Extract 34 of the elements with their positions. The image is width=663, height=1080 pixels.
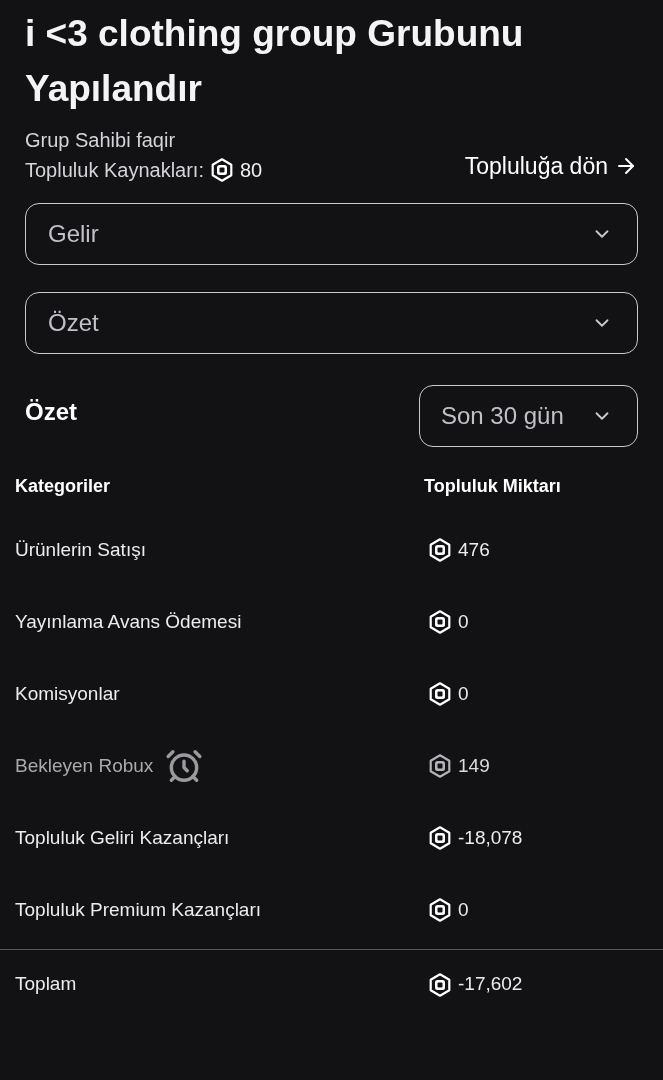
hexagon-coin-icon <box>428 682 452 706</box>
dropdown-select[interactable]: Son 30 gün <box>419 385 638 447</box>
amount-value: 476 <box>458 537 490 562</box>
category-label: Komisyonlar <box>15 681 120 706</box>
hexagon-coin-icon <box>210 158 234 182</box>
category-label: Yayınlama Avans Ödemesi <box>15 609 242 634</box>
total-amount: -17,602 <box>458 972 523 997</box>
amount-value: -18,078 <box>458 825 523 850</box>
category-label: Bekleyen Robux <box>15 753 154 778</box>
section-title: Özet <box>25 397 77 427</box>
hexagon-coin-icon <box>428 610 452 634</box>
hexagon-coin-icon <box>428 754 452 778</box>
column-header: Kategoriler <box>15 475 111 496</box>
alarm-clock-icon <box>165 747 204 785</box>
amount-value: 0 <box>458 681 469 706</box>
funds-value: 80 <box>240 158 263 183</box>
amount-value: 0 <box>458 609 469 634</box>
funds-label: Topluluk Kaynakları: <box>25 158 204 183</box>
owner-text: Grup Sahibi faqir <box>25 128 176 153</box>
amount-value: 149 <box>458 753 490 778</box>
dropdown-select[interactable]: Özet <box>25 292 638 354</box>
category-label: Ürünlerin Satışı <box>15 537 146 562</box>
hexagon-coin-icon <box>428 898 452 922</box>
back-to-community-link[interactable]: Topluluğa dön <box>464 148 638 184</box>
category-label: Topluluk Geliri Kazançları <box>15 825 230 850</box>
hexagon-coin-icon <box>428 972 452 997</box>
amount-value: 0 <box>458 897 469 922</box>
dropdown-select[interactable]: Gelir <box>25 203 638 265</box>
total-label: Toplam <box>15 973 77 995</box>
category-label: Topluluk Premium Kazançları <box>15 897 262 922</box>
column-header: Topluluk Miktarı <box>424 474 561 498</box>
hexagon-coin-icon <box>428 826 452 850</box>
hexagon-coin-icon <box>428 538 452 562</box>
page-title: i <3 clothing group Grubunu Yapılandır <box>25 12 525 111</box>
